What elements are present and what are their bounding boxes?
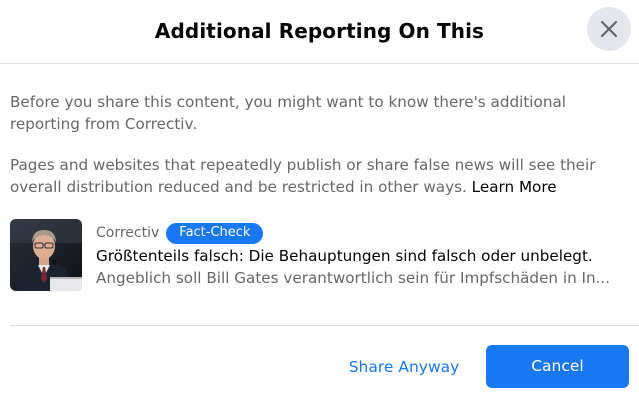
dialog-header: Additional Reporting On This: [0, 0, 639, 64]
article-text: Correctiv Fact-Check Größtenteils falsch…: [96, 221, 632, 289]
share-warning-dialog: Additional Reporting On This Before you …: [0, 0, 639, 403]
policy-paragraph: Pages and websites that repeatedly publi…: [10, 154, 630, 198]
close-icon: [600, 20, 618, 38]
fact-check-badge: Fact-Check: [166, 222, 264, 244]
article-snippet: Angeblich soll Bill Gates verantwortlich…: [96, 269, 611, 287]
learn-more-link[interactable]: Learn More: [472, 178, 557, 196]
article-meta: Correctiv Fact-Check: [96, 221, 632, 245]
share-anyway-button[interactable]: Share Anyway: [334, 346, 474, 388]
dialog-title: Additional Reporting On This: [154, 19, 485, 43]
dialog-body: Before you share this content, you might…: [10, 64, 630, 291]
fact-check-article[interactable]: Correctiv Fact-Check Größtenteils falsch…: [10, 219, 630, 291]
footer-divider: [10, 325, 639, 326]
close-button[interactable]: [587, 7, 631, 51]
article-thumbnail: [10, 219, 82, 291]
publisher-name: Correctiv: [96, 225, 160, 241]
article-photo: [10, 219, 82, 291]
article-headline: Größtenteils falsch: Die Behauptungen si…: [96, 247, 593, 265]
info-paragraph: Before you share this content, you might…: [10, 93, 566, 133]
cancel-button[interactable]: Cancel: [486, 345, 629, 388]
